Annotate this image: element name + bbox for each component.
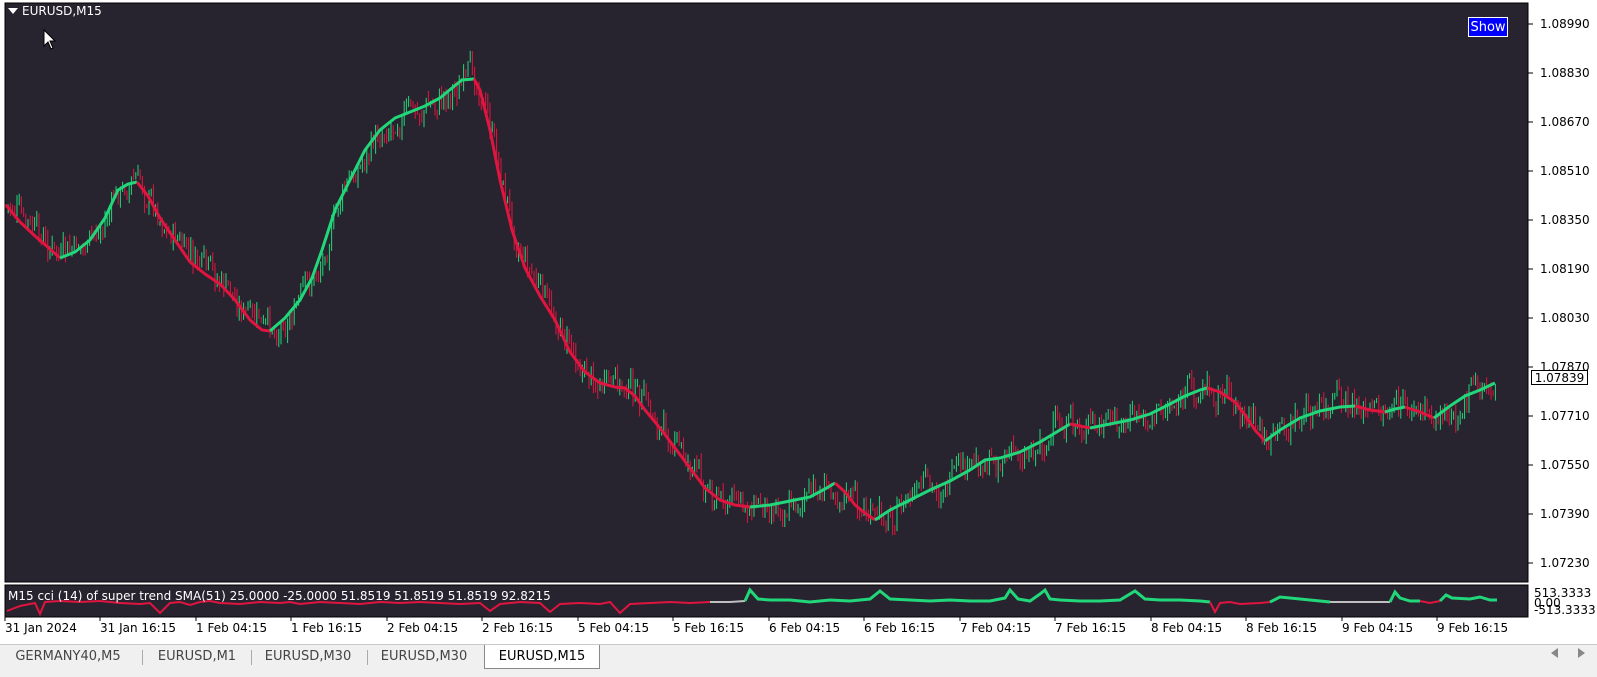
tab-eurusd-m30[interactable]: EURUSD,M30: [253, 645, 363, 669]
time-label: 9 Feb 04:15: [1342, 621, 1414, 635]
time-label: 9 Feb 16:15: [1437, 621, 1509, 635]
price-label: 1.08030: [1540, 311, 1590, 325]
price-label: 1.07390: [1540, 507, 1590, 521]
price-label: 1.07230: [1540, 556, 1590, 570]
time-label: 8 Feb 16:15: [1246, 621, 1318, 635]
price-label: 1.07710: [1540, 409, 1590, 423]
price-label: 1.08830: [1540, 66, 1590, 80]
time-label: 6 Feb 04:15: [769, 621, 841, 635]
current-price-tag: 1.07839: [1531, 370, 1588, 385]
price-axis-ticks: [1528, 23, 1533, 564]
price-label: 1.08670: [1540, 115, 1590, 129]
price-label: 1.08350: [1540, 213, 1590, 227]
symbol-label: EURUSD,M15: [22, 4, 102, 18]
time-label: 1 Feb 04:15: [196, 621, 268, 635]
indicator-line-neutral: [710, 600, 746, 603]
tab-eurusd-m15[interactable]: EURUSD,M15: [484, 645, 600, 669]
main-chart-area[interactable]: [4, 2, 1529, 583]
price-label: 1.08510: [1540, 164, 1590, 178]
chart-tab-bar: GERMANY40,M5 EURUSD,M1 EURUSD,M30 EURUSD…: [0, 644, 1597, 677]
price-label: 1.08990: [1540, 17, 1590, 31]
tab-separator: [367, 650, 368, 665]
time-label: 2 Feb 16:15: [482, 621, 554, 635]
time-label: 31 Jan 2024: [5, 621, 77, 635]
time-label: 8 Feb 04:15: [1151, 621, 1223, 635]
time-label: 31 Jan 16:15: [100, 621, 176, 635]
time-label: 1 Feb 16:15: [291, 621, 363, 635]
chart-symbol-title[interactable]: EURUSD,M15: [8, 4, 102, 18]
tab-eurusd-m30-2[interactable]: EURUSD,M30: [369, 645, 479, 669]
tab-separator: [142, 650, 143, 665]
tabs-scroll-right-icon[interactable]: [1578, 648, 1585, 658]
time-label: 7 Feb 04:15: [960, 621, 1032, 635]
tab-germany40-m5[interactable]: GERMANY40,M5: [6, 645, 130, 669]
time-label: 7 Feb 16:15: [1055, 621, 1127, 635]
time-label: 6 Feb 16:15: [864, 621, 936, 635]
time-label: 2 Feb 04:15: [387, 621, 459, 635]
tab-separator: [251, 650, 252, 665]
tab-eurusd-m1[interactable]: EURUSD,M1: [144, 645, 250, 669]
time-label: 5 Feb 04:15: [578, 621, 650, 635]
collapse-triangle-icon[interactable]: [8, 8, 18, 14]
chart-frame: [4, 2, 1533, 621]
show-button[interactable]: Show: [1468, 17, 1508, 37]
tabs-scroll-left-icon[interactable]: [1551, 648, 1558, 658]
indicator-lower-label: -513.3333: [1534, 603, 1596, 617]
time-label: 5 Feb 16:15: [673, 621, 745, 635]
indicator-title: M15 cci (14) of super trend SMA(51) 25.0…: [8, 589, 551, 603]
price-label: 1.08190: [1540, 262, 1590, 276]
price-label: 1.07550: [1540, 458, 1590, 472]
